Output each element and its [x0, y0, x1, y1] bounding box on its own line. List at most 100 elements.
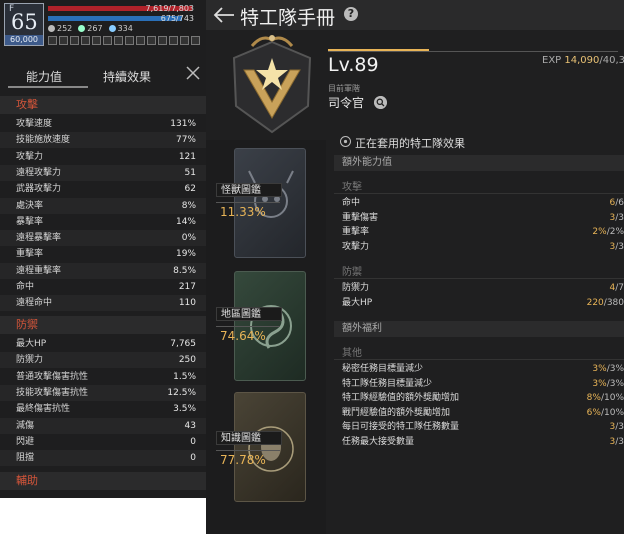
monster-codex-book[interactable]	[234, 148, 306, 258]
head-art-icon	[248, 426, 294, 472]
buff-icon[interactable]	[158, 36, 167, 45]
tab-underline	[8, 86, 88, 88]
currency-row: 252 267 334	[48, 24, 133, 33]
search-icon[interactable]	[374, 96, 387, 109]
stat-row: 技能施放速度 77%	[0, 132, 206, 149]
effect-label: 特工隊任務目標量減少	[342, 378, 433, 389]
buff-icon[interactable]	[70, 36, 79, 45]
buff-icon[interactable]	[191, 36, 200, 45]
effect-icon	[340, 136, 351, 147]
skull-art-icon	[248, 170, 294, 218]
effect-label: 命中	[342, 198, 361, 208]
currency-1: 252	[48, 24, 72, 33]
tab-buffs[interactable]: 持續效果	[103, 68, 151, 85]
buff-icon[interactable]	[169, 36, 178, 45]
combat-power: 60,000	[5, 35, 43, 45]
effect-label: 最大HP	[342, 297, 373, 308]
book-percent-monster: 11.33%	[220, 205, 266, 219]
effect-value: 3/3	[610, 435, 624, 449]
effect-value: 3/3	[610, 211, 624, 225]
stat-label: 命中	[16, 282, 35, 292]
effect-max-value: /3	[615, 241, 624, 252]
buff-icon[interactable]	[92, 36, 101, 45]
book-percent-region: 74.64%	[220, 329, 266, 343]
section-assist: 輔助	[0, 472, 206, 490]
stat-row: 遠程命中 110	[0, 295, 206, 312]
buff-icon[interactable]	[125, 36, 134, 45]
stat-label: 處決率	[16, 200, 44, 211]
book-label-monster: 怪獸圖鑑	[216, 183, 282, 197]
stat-row: 技能攻擊傷害抗性 12.5%	[0, 384, 206, 401]
book-label-knowledge: 知識圖鑑	[216, 431, 282, 445]
buff-icon[interactable]	[136, 36, 145, 45]
stat-value: 110	[178, 298, 196, 309]
currency-2: 267	[78, 24, 103, 33]
buff-icon[interactable]	[59, 36, 68, 45]
agent-level: Lv.89	[328, 54, 379, 76]
effect-row: 任務最大接受數量 3/3	[342, 435, 624, 449]
stat-value: 19%	[175, 249, 196, 260]
mp-text: 675/743	[160, 14, 194, 23]
effect-row: 每日可接受的特工隊任務數量 3/3	[342, 420, 624, 434]
stat-row: 阻擋 0	[0, 450, 206, 467]
effect-value: 3/3	[610, 240, 624, 254]
close-icon[interactable]	[184, 64, 202, 82]
back-arrow-icon[interactable]	[212, 5, 236, 25]
effect-max-value: /3%	[606, 364, 624, 374]
stat-row: 重擊率 19%	[0, 246, 206, 262]
stat-label: 普通攻擊傷害抗性	[16, 371, 89, 382]
effect-max-value: /10%	[600, 393, 624, 403]
buff-icon[interactable]	[147, 36, 156, 45]
stat-value: 14%	[175, 216, 196, 227]
book-divider	[216, 202, 280, 203]
stat-value: 0	[190, 436, 196, 447]
stat-label: 遠程攻擊力	[16, 167, 62, 178]
coin-icon	[48, 25, 55, 32]
stat-label: 閃避	[16, 436, 35, 447]
effects-title: 正在套用的特工隊效果	[355, 137, 465, 150]
effect-current-value: 220	[586, 297, 604, 308]
buff-icon[interactable]	[48, 36, 57, 45]
effect-label: 秘密任務目標量減少	[342, 364, 424, 374]
effect-label: 任務最大接受數量	[342, 436, 415, 447]
buff-icon[interactable]	[103, 36, 112, 45]
stat-row: 閃避 0	[0, 434, 206, 450]
stat-value: 8%	[181, 200, 196, 211]
stat-value: 7,765	[170, 339, 196, 349]
knowledge-codex-book[interactable]	[234, 392, 306, 502]
stat-label: 攻擊力	[16, 151, 44, 162]
current-rank: 司令官	[328, 96, 365, 110]
character-level: 65	[11, 10, 38, 34]
stat-row: 減傷 43	[0, 417, 206, 434]
page-title: 特工隊手冊	[240, 7, 336, 29]
effect-label: 每日可接受的特工隊任務數量	[342, 422, 460, 432]
attack-subheader: 攻擊	[342, 182, 362, 193]
diamond-icon	[108, 25, 116, 32]
help-icon[interactable]: ?	[344, 7, 358, 21]
effect-row: 攻擊力 3/3	[342, 240, 624, 254]
effect-value: 3/3	[610, 420, 624, 434]
stat-value: 62	[184, 184, 196, 195]
book-divider	[216, 326, 280, 327]
effect-current-value: 6%	[586, 407, 601, 418]
stat-label: 武器攻擊力	[16, 184, 62, 195]
effect-row: 特工隊任務目標量減少 3%/3%	[342, 377, 624, 391]
buff-icon[interactable]	[180, 36, 189, 45]
stat-value: 8.5%	[173, 265, 196, 276]
buff-icon[interactable]	[81, 36, 90, 45]
effect-max-value: /2%	[606, 227, 624, 237]
buff-icons	[48, 36, 200, 45]
stat-row: 最終傷害抗性 3.5%	[0, 401, 206, 417]
effect-value: 3%/3%	[592, 377, 624, 391]
section-attack: 攻擊	[0, 96, 206, 114]
effect-max-value: /3%	[606, 378, 624, 389]
effect-label: 重擊傷害	[342, 212, 379, 223]
stat-label: 防禦力	[16, 355, 44, 366]
gem-icon	[78, 25, 86, 32]
effect-label: 攻擊力	[342, 241, 370, 252]
tab-stats[interactable]: 能力值	[26, 68, 62, 85]
serpent-art-icon	[250, 305, 292, 349]
stat-value: 51	[184, 167, 196, 178]
effect-max-value: /10%	[600, 407, 624, 418]
buff-icon[interactable]	[114, 36, 123, 45]
